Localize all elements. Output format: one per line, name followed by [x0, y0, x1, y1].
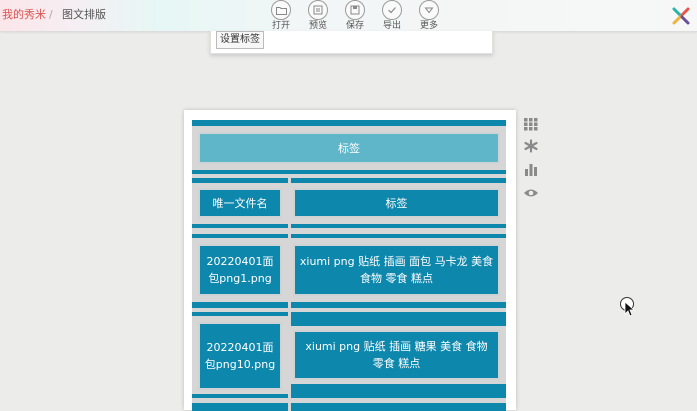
chevron-down-icon — [419, 0, 439, 20]
folder-icon — [271, 0, 291, 20]
col2-strip — [291, 178, 506, 183]
header-tag-label: 标签 — [385, 196, 408, 210]
breadcrumb-separator: / — [49, 8, 53, 21]
more-button[interactable]: 更多 — [414, 0, 444, 32]
save-button[interactable]: 保存 — [340, 0, 370, 32]
open-button[interactable]: 打开 — [266, 0, 296, 32]
mouse-cursor-icon — [620, 297, 636, 317]
row1-file-cell[interactable]: 20220401面包png1.png — [198, 244, 282, 296]
row-divider — [291, 403, 506, 411]
breadcrumb-home-link[interactable]: 我的秀米 — [2, 8, 46, 22]
row1-tags-cell[interactable]: xiumi png 贴纸 插画 面包 马卡龙 美食 食物 零食 糕点 — [293, 244, 500, 296]
row-divider — [291, 302, 506, 308]
row-divider — [192, 302, 288, 308]
row2-tags-cell[interactable]: xiumi png 贴纸 插画 糖果 美食 食物 零食 糕点 — [293, 330, 500, 380]
table-container: 标签 唯一文件名 标签 20220401面包png1.png xiumi png… — [192, 120, 506, 411]
row-divider — [192, 403, 288, 411]
save-icon — [345, 0, 365, 20]
xiumi-logo-icon[interactable] — [671, 6, 691, 26]
row-divider — [192, 312, 288, 316]
set-tag-button[interactable]: 设置标签 — [216, 31, 264, 49]
row-divider — [192, 224, 288, 228]
top-bar: 我的秀米 / 图文排版 打开 预览 保存 导出 更多 — [0, 0, 697, 32]
row-divider — [291, 234, 506, 238]
breadcrumb-current: 图文排版 — [62, 8, 106, 21]
table-title: 标签 — [338, 141, 360, 155]
row-divider — [291, 312, 506, 326]
row2-file-text: 20220401面包png10.png — [204, 341, 276, 371]
row-divider — [192, 394, 288, 398]
header-file-label: 唯一文件名 — [212, 196, 268, 210]
bar-chart-icon[interactable] — [523, 162, 539, 176]
header-tag-cell[interactable]: 标签 — [293, 188, 500, 218]
row-divider — [291, 224, 506, 228]
preview-button[interactable]: 预览 — [303, 0, 333, 32]
tag-settings-panel: 设置标签 — [210, 31, 493, 54]
row1-tags-text: xiumi png 贴纸 插画 面包 马卡龙 美食 食物 零食 糕点 — [299, 255, 494, 285]
asterisk-icon[interactable] — [523, 139, 539, 153]
row2-tags-text: xiumi png 贴纸 插画 糖果 美食 食物 零食 糕点 — [305, 340, 488, 370]
title-top-strip — [192, 120, 506, 126]
export-check-icon — [382, 0, 402, 20]
editor-canvas[interactable]: 标签 唯一文件名 标签 20220401面包png1.png xiumi png… — [184, 110, 516, 411]
row1-file-text: 20220401面包png1.png — [206, 255, 274, 285]
grid-icon[interactable] — [523, 117, 539, 131]
title-cell[interactable]: 标签 — [198, 132, 500, 164]
row-divider — [192, 234, 288, 238]
title-bottom-strip — [192, 170, 506, 174]
col1-strip — [192, 178, 288, 183]
row2-file-cell[interactable]: 20220401面包png10.png — [198, 322, 282, 390]
eye-icon[interactable] — [523, 186, 539, 200]
export-button[interactable]: 导出 — [377, 0, 407, 32]
header-file-cell[interactable]: 唯一文件名 — [198, 188, 282, 218]
preview-icon — [308, 0, 328, 20]
row-divider — [291, 384, 506, 398]
